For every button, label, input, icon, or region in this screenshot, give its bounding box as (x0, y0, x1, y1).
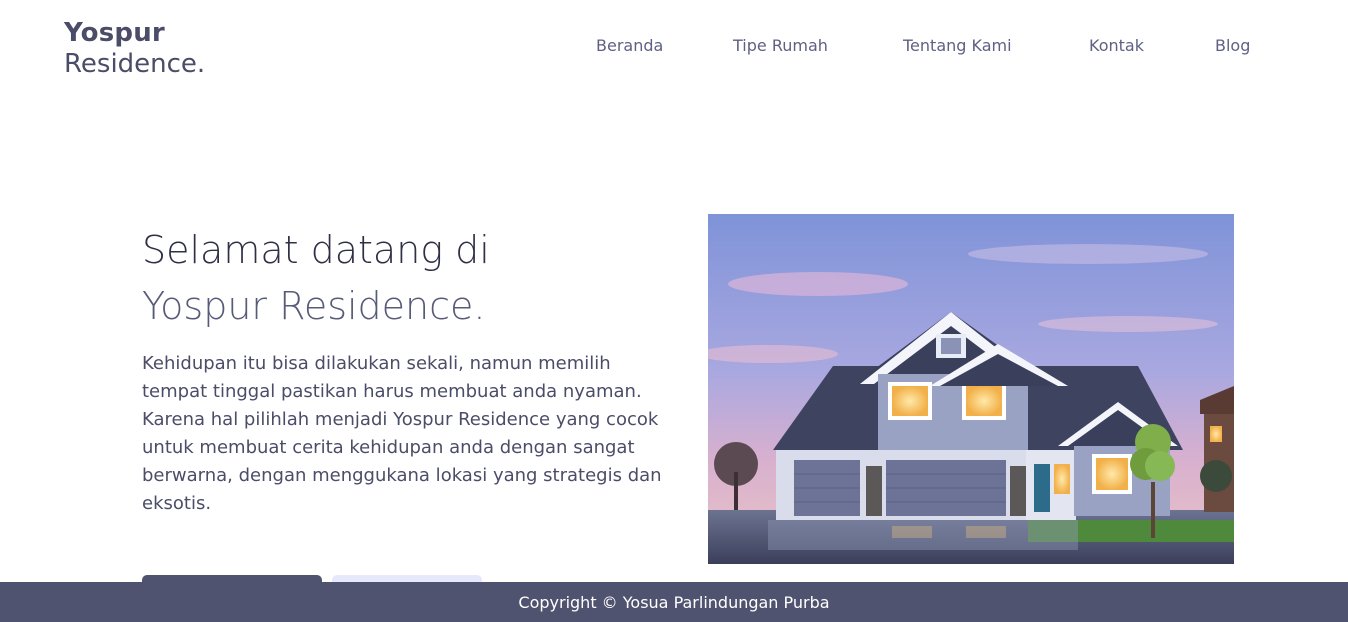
nav-item-tentang-kami[interactable]: Tentang Kami (903, 36, 1012, 55)
nav-item-tipe-rumah[interactable]: Tipe Rumah (733, 36, 828, 55)
brand-name-bold: Yospur (64, 18, 165, 48)
nav-item-kontak[interactable]: Kontak (1089, 36, 1144, 55)
nav-item-blog[interactable]: Blog (1215, 36, 1250, 55)
nav-item-beranda[interactable]: Beranda (596, 36, 663, 55)
brand-name-light: Residence. (64, 49, 206, 79)
landing-page: Yospur Residence. Beranda Tipe Rumah Ten… (0, 0, 1348, 622)
brand-logo[interactable]: Yospur Residence. (64, 18, 205, 80)
hero-description: Kehidupan itu bisa dilakukan sekali, nam… (142, 353, 662, 514)
hero-title-line1: Selamat datang di (142, 228, 490, 272)
copyright-text: Copyright © Yosua Parlindungan Purba (518, 592, 830, 612)
house-photo (708, 214, 1234, 564)
site-footer: Copyright © Yosua Parlindungan Purba (0, 582, 1348, 622)
hero-title: Selamat datang di Yospur Residence. (142, 222, 490, 334)
hero-title-line2: Yospur Residence. (142, 284, 486, 328)
house-illustration (708, 214, 1234, 564)
